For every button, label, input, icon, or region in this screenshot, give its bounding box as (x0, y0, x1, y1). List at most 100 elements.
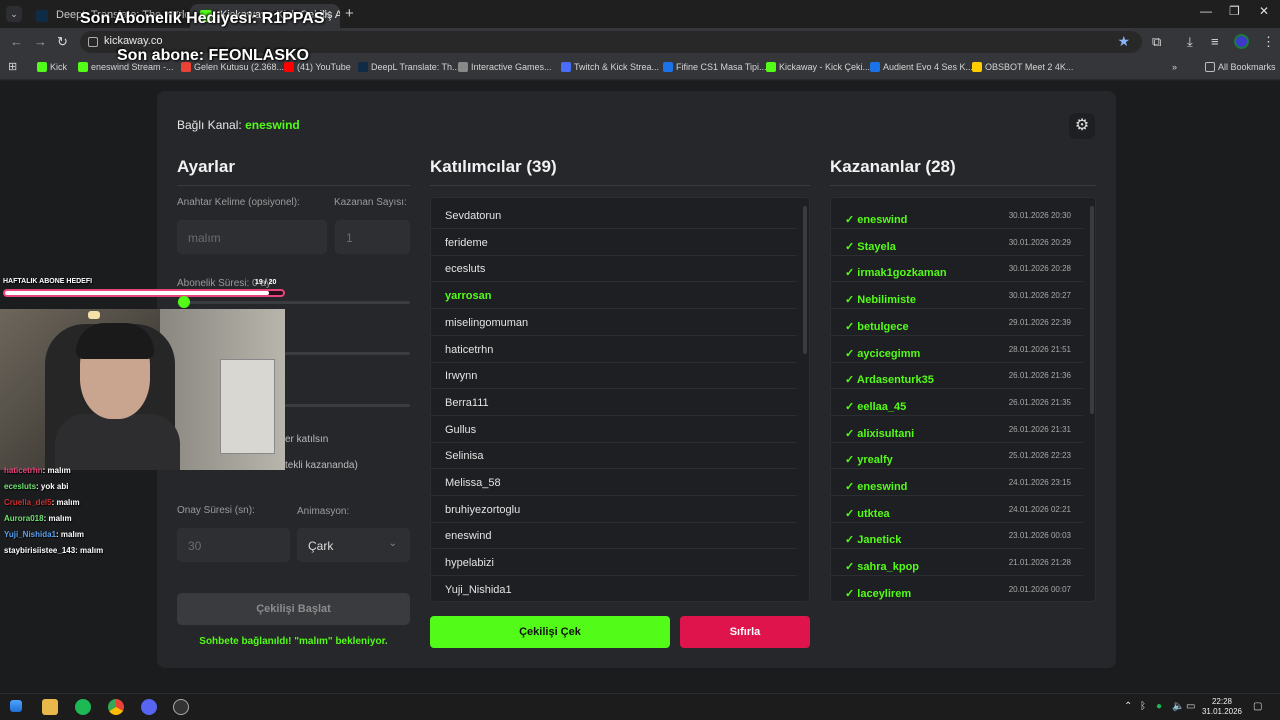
winner-row[interactable]: ✓ sahra_kpop 21.01.2026 21:28 (831, 549, 1083, 577)
participant-row[interactable]: miselingomuman (431, 309, 797, 336)
winner-row[interactable]: ✓ utktea 24.01.2026 02:21 (831, 496, 1083, 523)
sub-only-checkbox-label[interactable]: er katılsın (285, 434, 328, 445)
single-winner-checkbox-label[interactable]: tekli kazananda) (285, 460, 358, 471)
confirm-time-input[interactable]: 30 (177, 528, 290, 562)
participant-row[interactable]: Melissa_58 (431, 469, 797, 496)
draw-button[interactable]: Çekilişi Çek (430, 616, 670, 648)
start-giveaway-button[interactable]: Çekilişi Başlat (177, 593, 410, 625)
minimize-icon[interactable]: — (1200, 4, 1212, 18)
winner-date: 30.01.2026 20:30 (1008, 211, 1071, 220)
winner-row[interactable]: ✓ eneswind 24.01.2026 23:15 (831, 469, 1083, 496)
participant-row[interactable]: yarrosan (431, 282, 797, 310)
participant-row[interactable]: ferideme (431, 229, 797, 256)
participant-row[interactable]: haticetrhn (431, 336, 797, 363)
back-icon[interactable]: ← (10, 34, 23, 49)
volume-icon[interactable]: 🔈 (1172, 701, 1184, 712)
winner-row[interactable]: ✓ yrealfy 25.01.2026 22:23 (831, 442, 1083, 470)
winner-date: 24.01.2026 02:21 (1008, 504, 1071, 514)
animation-select[interactable]: Çark ⌄ (297, 528, 410, 562)
participants-list[interactable]: Sevdatorun ferideme ecesluts yarrosan miseli… (430, 197, 810, 602)
profile-avatar[interactable] (1234, 34, 1249, 49)
file-explorer-icon[interactable] (42, 699, 58, 715)
connected-channel: Bağlı Kanal: eneswind (177, 118, 300, 132)
animation-label: Animasyon: (297, 506, 350, 517)
slider-thumb[interactable] (178, 296, 190, 308)
bookmark-star-icon[interactable]: ★ (1117, 33, 1130, 50)
restore-icon[interactable]: ❐ (1229, 4, 1240, 18)
bluetooth-icon[interactable]: ᛒ (1140, 701, 1146, 712)
winner-row[interactable]: ✓ Ardasenturk35 26.01.2026 21:36 (831, 362, 1083, 390)
winner-row[interactable]: ✓ laceylirem 20.01.2026 00:07 (831, 576, 1083, 601)
clock[interactable]: 22:28 31.01.2026 (1200, 697, 1244, 717)
chrome-icon[interactable] (108, 699, 124, 715)
download-icon[interactable]: ⤓ (1187, 34, 1193, 50)
winner-date: 26.01.2026 21:31 (1008, 424, 1071, 434)
cam-lamp (88, 311, 100, 319)
check-icon: ✓ (845, 214, 858, 226)
winners-list[interactable]: ✓ eneswind 30.01.2026 20:30 ✓ Stayela 30.01… (830, 197, 1096, 602)
all-bookmarks[interactable]: All Bookmarks (1205, 62, 1276, 72)
extensions-icon[interactable]: ⧉ (1152, 34, 1161, 50)
scrollbar[interactable] (803, 206, 807, 354)
obs-icon[interactable] (173, 699, 189, 715)
reload-icon[interactable]: ↻ (57, 34, 68, 50)
participant-row[interactable]: ecesluts (431, 255, 797, 283)
spotify-icon[interactable] (75, 699, 91, 715)
sub-duration-slider[interactable] (177, 301, 410, 304)
participant-row[interactable]: Sevdatorun (431, 202, 797, 229)
participant-row[interactable]: bruhiyezortoglu (431, 496, 797, 523)
participant-row[interactable]: Gullus (431, 416, 797, 443)
bookmark-item[interactable]: OBSBOT Meet 2 4K... (972, 62, 1073, 72)
winner-row[interactable]: ✓ Stayela 30.01.2026 20:29 (831, 229, 1083, 256)
winner-row[interactable]: ✓ eneswind 30.01.2026 20:30 (831, 202, 1083, 229)
participant-row[interactable]: Irwynn (431, 362, 797, 390)
window-close-icon[interactable]: ✕ (1259, 4, 1269, 18)
start-icon[interactable] (10, 700, 22, 712)
bookmark-item[interactable]: Twitch & Kick Strea... (561, 62, 659, 72)
chat-username: Cruella_del5 (4, 498, 52, 507)
apps-icon[interactable]: ⊞ (8, 60, 17, 73)
more-bookmarks-icon[interactable]: » (1172, 62, 1177, 72)
new-tab-button[interactable]: + (345, 5, 354, 22)
participant-row[interactable]: hypelabizi (431, 549, 797, 577)
forward-icon[interactable]: → (34, 34, 47, 49)
winner-date: 30.01.2026 20:29 (1008, 237, 1071, 247)
settings-gear-icon[interactable]: ⚙ (1069, 113, 1095, 139)
bookmark-item[interactable]: Kick (37, 62, 67, 72)
chat-username: Aurora018 (4, 514, 44, 523)
tray-chevron-icon[interactable]: ⌃ (1124, 701, 1132, 712)
reset-button[interactable]: Sıfırla (680, 616, 810, 648)
participant-row[interactable]: Selinisa (431, 442, 797, 470)
winner-row[interactable]: ✓ Nebilimiste 30.01.2026 20:27 (831, 282, 1083, 310)
winner-row[interactable]: ✓ alixisultani 26.01.2026 21:31 (831, 416, 1083, 443)
scrollbar[interactable] (1090, 206, 1094, 414)
menu-icon[interactable]: ⋮ (1262, 34, 1275, 50)
network-icon[interactable]: ▭ (1186, 701, 1195, 712)
check-icon: ✓ (845, 481, 858, 493)
deepl-icon (36, 10, 48, 22)
bookmark-item[interactable]: Audient Evo 4 Ses K... (870, 62, 973, 72)
url-text[interactable]: kickaway.co (104, 35, 162, 47)
discord-icon[interactable] (141, 699, 157, 715)
tab-search-icon[interactable]: ⌄ (6, 6, 22, 22)
winner-row[interactable]: ✓ Janetick 23.01.2026 00:03 (831, 522, 1083, 550)
participant-row[interactable]: Yuji_Nishida1 (431, 576, 797, 601)
windows-taskbar: ⌃ ᛒ ● 🔈 ▭ 22:28 31.01.2026 ▢ (0, 693, 1280, 720)
winner-row[interactable]: ✓ irmak1gozkaman 30.01.2026 20:28 (831, 255, 1083, 283)
winners-count-input[interactable]: 1 (335, 220, 410, 254)
keyword-input[interactable]: malım (177, 220, 327, 254)
participant-row[interactable]: eneswind (431, 522, 797, 550)
media-icon[interactable]: ≡ (1211, 34, 1219, 49)
notification-icon[interactable]: ▢ (1253, 701, 1262, 712)
bookmark-item[interactable]: Fifine CS1 Masa Tipi... (663, 62, 767, 72)
bookmark-item[interactable]: DeepL Translate: Th... (358, 62, 460, 72)
bookmark-item[interactable]: Interactive Games... (458, 62, 552, 72)
check-icon: ✓ (845, 454, 858, 467)
winner-row[interactable]: ✓ betulgece 29.01.2026 22:39 (831, 309, 1083, 336)
spotify-tray-icon[interactable]: ● (1156, 701, 1162, 712)
winner-row[interactable]: ✓ aycicegimm 28.01.2026 21:51 (831, 336, 1083, 363)
bookmark-item[interactable]: Kickaway - Kick Çeki... (766, 62, 870, 72)
participant-row[interactable]: Berra111 (431, 389, 797, 416)
site-info-icon[interactable] (88, 37, 98, 47)
winner-row[interactable]: ✓ eellaa_45 26.01.2026 21:35 (831, 389, 1083, 416)
